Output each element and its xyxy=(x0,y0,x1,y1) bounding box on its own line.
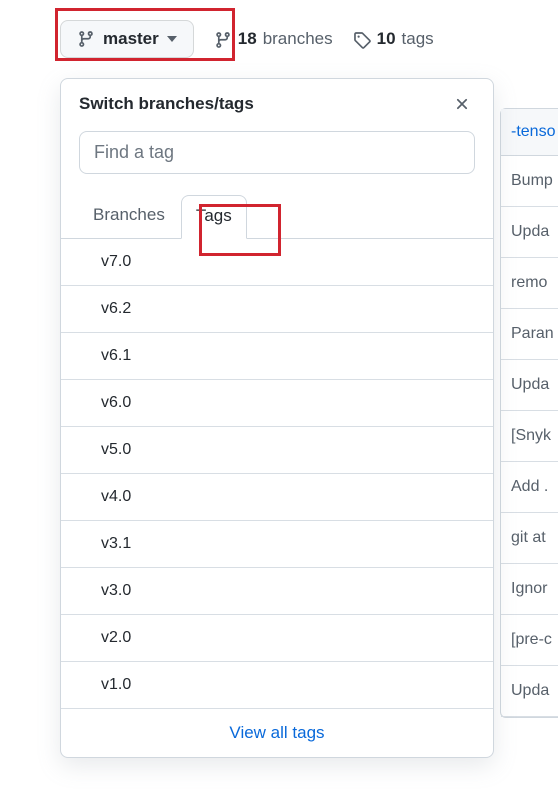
git-branch-icon xyxy=(214,29,232,49)
caret-down-icon xyxy=(167,29,177,49)
git-branch-icon xyxy=(77,29,95,49)
dropdown-title: Switch branches/tags xyxy=(79,94,254,114)
bg-row[interactable]: [Snyk xyxy=(501,411,558,462)
tag-item[interactable]: v3.0 xyxy=(61,568,493,615)
tab-branches[interactable]: Branches xyxy=(79,195,179,239)
tag-item[interactable]: v7.0 xyxy=(61,239,493,286)
search-wrap xyxy=(61,125,493,184)
close-icon xyxy=(453,95,471,113)
branches-label: branches xyxy=(263,29,333,49)
tag-item[interactable]: v6.1 xyxy=(61,333,493,380)
top-bar: master 18 branches 10 tags xyxy=(0,0,558,58)
tab-tags[interactable]: Tags xyxy=(181,195,247,239)
bg-row[interactable]: Upda xyxy=(501,207,558,258)
tag-search-input[interactable] xyxy=(79,131,475,174)
background-file-table: -tenso Bump Upda remo Paran Upda [Snyk A… xyxy=(500,108,558,718)
bg-row[interactable]: Upda xyxy=(501,666,558,717)
tag-item[interactable]: v1.0 xyxy=(61,662,493,709)
tags-link[interactable]: 10 tags xyxy=(353,29,434,49)
tag-item[interactable]: v5.0 xyxy=(61,427,493,474)
tag-list: v7.0 v6.2 v6.1 v6.0 v5.0 v4.0 v3.1 v3.0 … xyxy=(61,239,493,709)
branches-link[interactable]: 18 branches xyxy=(214,29,333,49)
view-all-tags-link[interactable]: View all tags xyxy=(61,709,493,757)
branches-count: 18 xyxy=(238,29,257,49)
bg-row[interactable]: Ignor xyxy=(501,564,558,615)
tags-count: 10 xyxy=(377,29,396,49)
tag-item[interactable]: v3.1 xyxy=(61,521,493,568)
bg-table-header[interactable]: -tenso xyxy=(501,109,558,156)
bg-row[interactable]: [pre-c xyxy=(501,615,558,666)
close-button[interactable] xyxy=(449,91,475,117)
bg-row[interactable]: git at xyxy=(501,513,558,564)
current-branch-name: master xyxy=(103,29,159,49)
tag-icon xyxy=(353,29,371,49)
dropdown-header: Switch branches/tags xyxy=(61,79,493,125)
branch-selector-button[interactable]: master xyxy=(60,20,194,58)
branch-tag-dropdown: Switch branches/tags Branches Tags v7.0 … xyxy=(60,78,494,758)
tag-item[interactable]: v2.0 xyxy=(61,615,493,662)
tag-item[interactable]: v4.0 xyxy=(61,474,493,521)
tag-item[interactable]: v6.2 xyxy=(61,286,493,333)
bg-row[interactable]: Upda xyxy=(501,360,558,411)
tab-bar: Branches Tags xyxy=(61,194,493,239)
bg-row[interactable]: Add . xyxy=(501,462,558,513)
bg-row[interactable]: Bump xyxy=(501,156,558,207)
bg-row[interactable]: remo xyxy=(501,258,558,309)
tags-label: tags xyxy=(402,29,434,49)
tag-item[interactable]: v6.0 xyxy=(61,380,493,427)
bg-row[interactable]: Paran xyxy=(501,309,558,360)
